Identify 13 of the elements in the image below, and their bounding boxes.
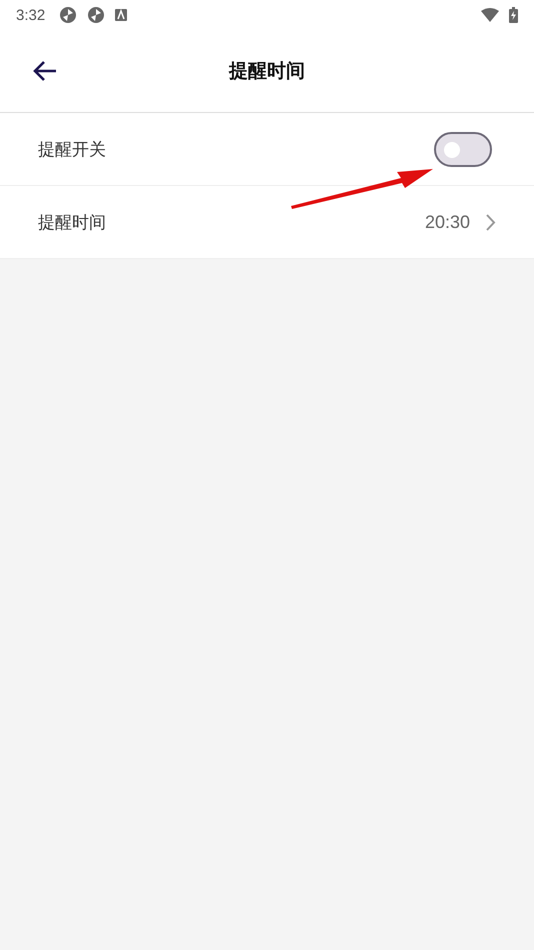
wifi-icon <box>481 8 499 22</box>
status-time: 3:32 <box>16 6 46 24</box>
toggle-switch[interactable] <box>434 132 492 166</box>
chevron-icon <box>486 214 496 230</box>
aperture-icon <box>59 6 78 24</box>
battery-icon <box>509 7 518 23</box>
aperture-icon <box>87 6 106 24</box>
page-title: 提醒时间 <box>229 59 305 84</box>
setting-label: 提醒开关 <box>38 138 107 160</box>
setting-row[interactable]: 提醒时间 20:30 <box>0 186 534 259</box>
setting-label: 提醒时间 <box>38 212 107 234</box>
setting-value: 20:30 <box>424 212 470 232</box>
app-icon <box>115 9 128 21</box>
